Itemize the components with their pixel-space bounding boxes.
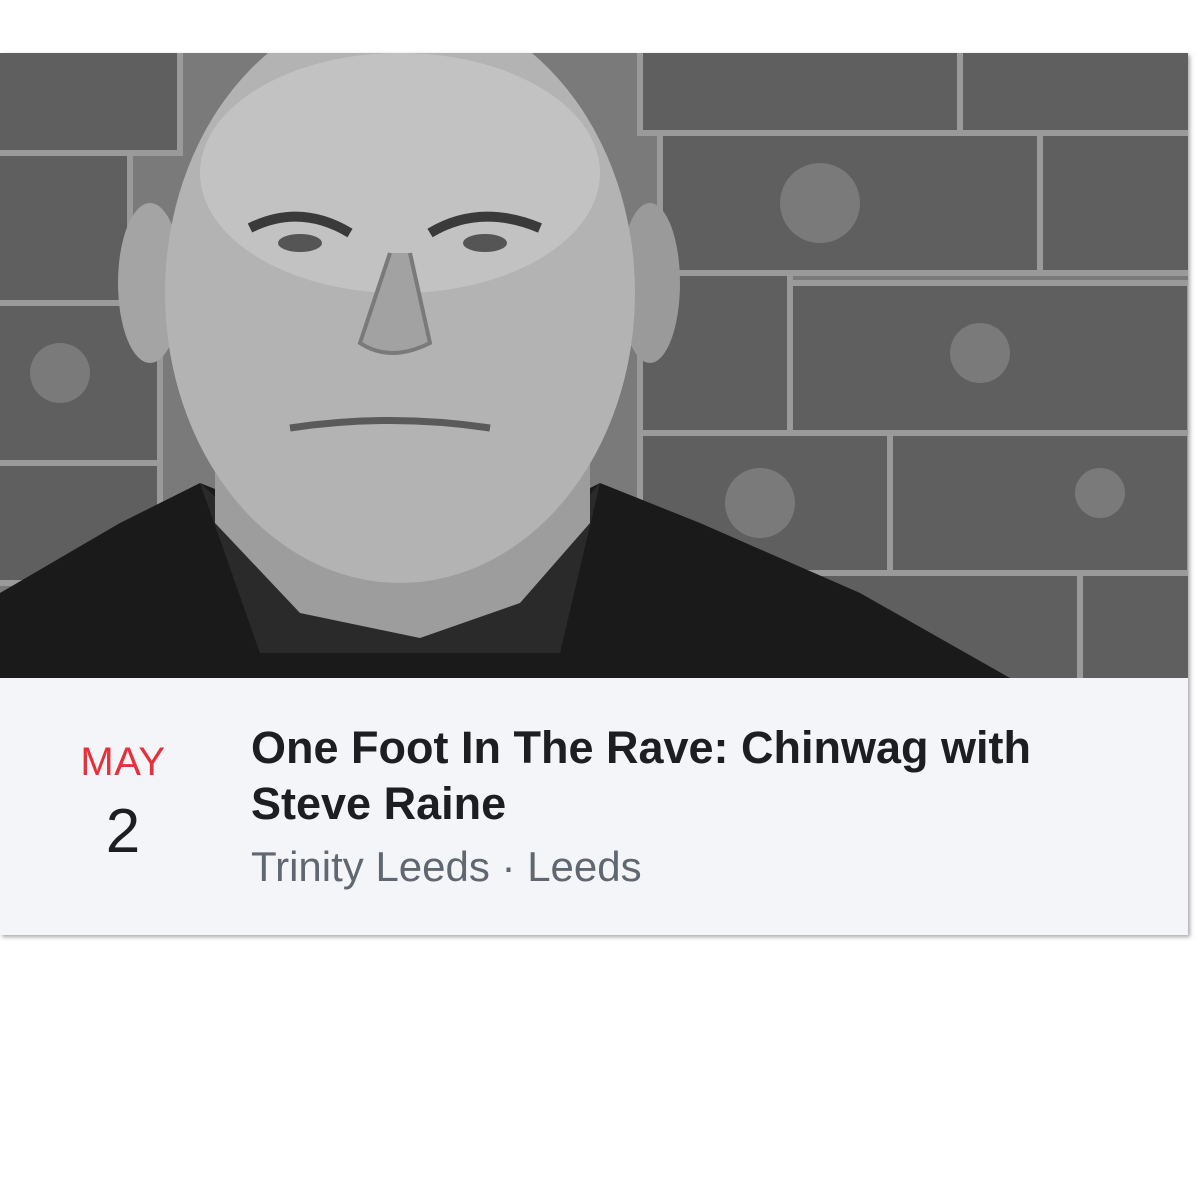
event-location[interactable]: Trinity Leeds · Leeds [251, 843, 642, 891]
event-card[interactable]: MAY 2 One Foot In The Rave: Chinwag with… [0, 53, 1188, 935]
event-info: MAY 2 One Foot In The Rave: Chinwag with… [0, 678, 1188, 935]
event-title[interactable]: One Foot In The Rave: Chinwag with Steve… [251, 720, 1151, 832]
event-month: MAY [80, 740, 166, 784]
event-day: 2 [105, 797, 141, 866]
event-cover-photo[interactable] [0, 53, 1188, 678]
